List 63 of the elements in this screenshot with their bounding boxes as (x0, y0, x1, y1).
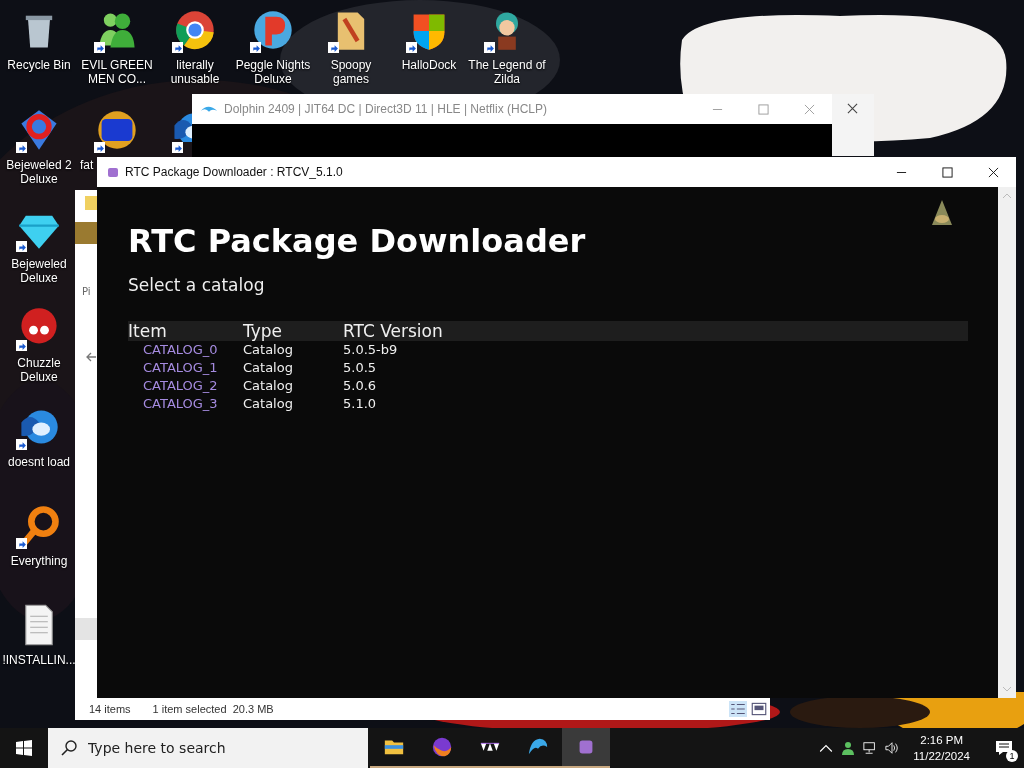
tiles-view-icon[interactable] (750, 701, 768, 717)
badge-icon[interactable] (95, 108, 139, 152)
close-icon (987, 166, 999, 178)
letter-ball-icon[interactable] (251, 8, 295, 52)
table-cell: Catalog (243, 396, 293, 411)
speaker-icon[interactable] (885, 741, 900, 755)
maximize-icon (941, 166, 953, 178)
table-cell: 5.0.5 (343, 360, 377, 375)
table-cell: Catalog (243, 360, 293, 375)
icon-label[interactable]: Spoopy games (312, 58, 390, 86)
wizard-hat-icon (930, 199, 954, 227)
icon-label[interactable]: EVIL GREEN MEN CO... (78, 58, 156, 86)
fox-icon (431, 736, 453, 758)
back-arrow-icon[interactable] (85, 351, 97, 363)
icon-label[interactable]: literally unusable (156, 58, 234, 86)
windows-logo-icon (16, 740, 32, 756)
catalog-link[interactable]: CATALOG_0 (143, 342, 218, 357)
close-icon (803, 103, 815, 115)
icon-label[interactable]: !INSTALLIN... (2, 653, 76, 667)
icon-label[interactable]: doesnt load (7, 455, 71, 469)
status-text: 1 item selected 20.3 MB (152, 703, 274, 715)
person-icon[interactable] (841, 741, 856, 755)
cube-icon (107, 166, 119, 178)
catalog-link[interactable]: CATALOG_2 (143, 378, 218, 393)
clock-time: 2:16 PM (920, 733, 964, 748)
window-title: RTC Package Downloader : RTCV_5.1.0 (125, 165, 343, 179)
table-cell: 5.0.6 (343, 378, 377, 393)
close-icon (846, 102, 858, 114)
icon-label[interactable]: HalloDock (401, 58, 457, 72)
notifications-button[interactable]: 1 (984, 728, 1024, 768)
column-header: Item (128, 321, 243, 341)
table-cell: Catalog (243, 342, 293, 357)
status-text: 14 items (89, 703, 131, 715)
pin-label[interactable]: Pi (82, 286, 91, 297)
catalog-link[interactable]: CATALOG_3 (143, 396, 218, 411)
icon-label[interactable]: The Legend of Zilda (468, 58, 546, 86)
table-cell: Catalog (243, 378, 293, 393)
table-cell: 5.1.0 (343, 396, 377, 411)
icon-label[interactable]: fat (80, 158, 94, 172)
search-field[interactable]: Type here to search (48, 728, 368, 768)
browser-icon[interactable] (173, 8, 217, 52)
icon-label[interactable]: Bejeweled 2 Deluxe (0, 158, 78, 186)
search-icon (61, 740, 77, 756)
table-cell: 5.0.5-b9 (343, 342, 398, 357)
network-icon[interactable] (863, 741, 878, 755)
clock[interactable]: 2:16 PM 11/22/2024 (913, 732, 970, 764)
icon-label[interactable]: Chuzzle Deluxe (0, 356, 78, 384)
maximize-icon (757, 103, 769, 115)
page-heading: RTC Package Downloader (128, 221, 587, 261)
window-title: Dolphin 2409 | JIT64 DC | Direct3D 11 | HLE | Netflix (HCLP) (224, 102, 548, 116)
icon-label[interactable]: Recycle Bin (7, 58, 71, 72)
icon-label[interactable]: Everything (10, 554, 68, 568)
column-header: RTC Version (343, 321, 968, 341)
ribbon-bar (75, 222, 97, 244)
details-view-icon[interactable] (729, 701, 747, 717)
column-header: Type (243, 321, 343, 341)
nav-pane-strip (75, 618, 97, 640)
icon-label[interactable]: Bejeweled Deluxe (0, 257, 78, 285)
icon-label[interactable]: Peggle Nights Deluxe (234, 58, 312, 86)
notification-count: 1 (1006, 750, 1018, 762)
clock-date: 11/22/2024 (913, 749, 970, 764)
catalog-link[interactable]: CATALOG_1 (143, 360, 218, 375)
subtitle: Select a catalog (128, 275, 266, 295)
